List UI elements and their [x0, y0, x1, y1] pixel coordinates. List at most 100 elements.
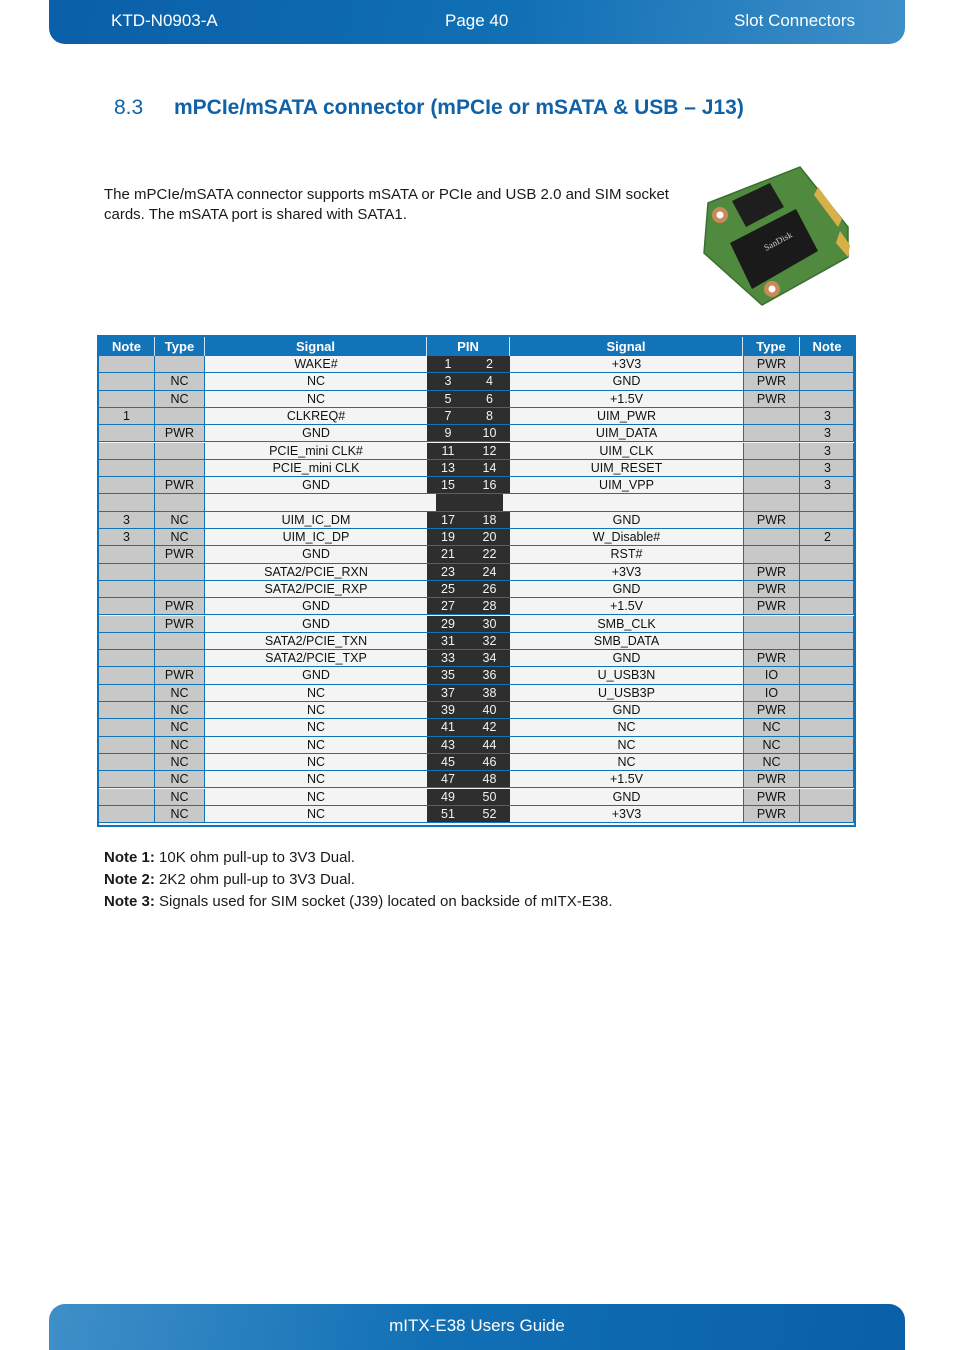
table-row: NC NC 51 52 +3V3 PWR: [99, 805, 854, 824]
footer-title: mITX-E38 Users Guide: [389, 1316, 565, 1335]
signal-right-cell: +1.5V: [510, 771, 743, 788]
signal-right-cell: U_USB3N: [510, 667, 743, 684]
note-right-cell: [800, 719, 854, 736]
pin-even-cell: 28: [469, 598, 510, 615]
signal-right-cell: UIM_PWR: [510, 407, 743, 425]
pin-odd-cell: 43: [427, 736, 469, 753]
table-row: NC NC 39 40 GND PWR: [99, 702, 854, 720]
signal-left-cell: NC: [205, 771, 427, 788]
signal-right-cell: SMB_DATA: [510, 632, 743, 650]
type-right-cell: PWR: [743, 390, 800, 407]
signal-left-cell: PCIE_mini CLK: [205, 459, 427, 477]
pin-even-cell: 2: [469, 356, 510, 373]
signal-left-cell: CLKREQ#: [205, 407, 427, 425]
table-row: 3 NC UIM_IC_DP 19 20 W_Disable# 2: [99, 529, 854, 547]
note-left-cell: 3: [99, 529, 155, 546]
type-left-cell: NC: [155, 529, 205, 546]
signal-left-cell: WAKE#: [205, 356, 427, 373]
header-note-left: Note: [99, 337, 155, 356]
signal-left-cell: NC: [205, 702, 427, 719]
table-row: PWR GND 9 10 UIM_DATA 3: [99, 425, 854, 443]
type-left-cell: NC: [155, 702, 205, 719]
note-left-cell: [99, 684, 155, 701]
note-left-cell: [99, 615, 155, 632]
pin-odd-cell: 15: [427, 477, 469, 494]
table-row: NC NC 45 46 NC NC: [99, 753, 854, 772]
type-right-cell: NC: [743, 719, 800, 736]
type-right-cell: [743, 615, 800, 632]
type-left-cell: [155, 650, 205, 667]
note-right-cell: [800, 650, 854, 667]
pin-even-cell: 24: [469, 563, 510, 580]
pin-odd-cell: 51: [427, 805, 469, 823]
table-row: NC NC 3 4 GND PWR: [99, 373, 854, 391]
signal-left-cell: SATA2/PCIE_TXP: [205, 650, 427, 667]
note-text: 2K2 ohm pull-up to 3V3 Dual.: [154, 871, 355, 888]
pin-odd-cell: 29: [427, 615, 469, 632]
note-right-cell: [800, 546, 854, 563]
note-left-cell: [99, 771, 155, 788]
signal-right-cell: UIM_CLK: [510, 442, 743, 459]
signal-left-cell: UIM_IC_DM: [205, 511, 427, 528]
pin-even-cell: [473, 494, 503, 511]
signal-left-cell: GND: [205, 477, 427, 494]
table-row: SATA2/PCIE_RXP 25 26 GND PWR: [99, 580, 854, 599]
note-right-cell: [800, 702, 854, 719]
type-left-cell: PWR: [155, 598, 205, 615]
type-right-cell: [743, 529, 800, 546]
type-right-cell: PWR: [743, 650, 800, 667]
signal-left-cell: NC: [205, 684, 427, 701]
pin-even-cell: 52: [469, 805, 510, 823]
type-right-cell: PWR: [743, 702, 800, 719]
chapter-title: Slot Connectors: [734, 11, 855, 30]
note-left-cell: [99, 494, 155, 511]
note-text: Signals used for SIM socket (J39) locate…: [154, 893, 613, 910]
signal-right-cell: UIM_DATA: [510, 425, 743, 442]
pin-even-cell: 30: [469, 615, 510, 632]
note-right-cell: 3: [800, 459, 854, 477]
type-left-cell: PWR: [155, 667, 205, 684]
signal-right-cell: NC: [510, 736, 743, 753]
note-left-cell: [99, 563, 155, 580]
signal-right-cell: UIM_RESET: [510, 459, 743, 477]
type-right-cell: [743, 477, 800, 494]
table-row: 1 CLKREQ# 7 8 UIM_PWR 3: [99, 407, 854, 426]
signal-left-cell: NC: [205, 788, 427, 805]
note-right-cell: [800, 736, 854, 753]
table-row: NC NC 37 38 U_USB3P IO: [99, 684, 854, 702]
pin-odd-cell: 11: [427, 442, 469, 459]
pin-odd-cell: 21: [427, 546, 469, 563]
table-row: PWR GND 15 16 UIM_VPP 3: [99, 477, 854, 495]
signal-right-cell: U_USB3P: [510, 684, 743, 701]
signal-right-cell: GND: [510, 511, 743, 528]
type-right-cell: [743, 546, 800, 563]
type-left-cell: NC: [155, 771, 205, 788]
note-left-cell: [99, 753, 155, 771]
pin-odd-cell: [436, 494, 473, 511]
pin-odd-cell: 31: [427, 632, 469, 650]
pin-even-cell: 4: [469, 373, 510, 390]
signal-right-cell: GND: [510, 788, 743, 805]
note-label: Note 3:: [104, 893, 155, 910]
signal-left-cell: GND: [205, 615, 427, 632]
table-row: PCIE_mini CLK 13 14 UIM_RESET 3: [99, 459, 854, 478]
type-left-cell: NC: [155, 788, 205, 805]
type-left-cell: NC: [155, 753, 205, 771]
note-item: Note 3: Signals used for SIM socket (J39…: [104, 891, 613, 913]
table-row: SATA2/PCIE_TXN 31 32 SMB_DATA: [99, 632, 854, 651]
signal-right-cell: SMB_CLK: [510, 615, 743, 632]
note-right-cell: [800, 632, 854, 650]
pin-odd-cell: 19: [427, 529, 469, 546]
note-right-cell: [800, 390, 854, 407]
pin-even-cell: 36: [469, 667, 510, 684]
type-left-cell: [155, 407, 205, 425]
note-label: Note 1:: [104, 849, 155, 866]
pin-odd-cell: 37: [427, 684, 469, 701]
section-title: mPCIe/mSATA connector (mPCIe or mSATA & …: [174, 96, 744, 119]
type-left-cell: [155, 494, 205, 511]
type-right-cell: [743, 442, 800, 459]
pin-odd-cell: 25: [427, 580, 469, 598]
signal-left-cell: SATA2/PCIE_RXP: [205, 580, 427, 598]
note-left-cell: [99, 632, 155, 650]
type-left-cell: [155, 356, 205, 373]
